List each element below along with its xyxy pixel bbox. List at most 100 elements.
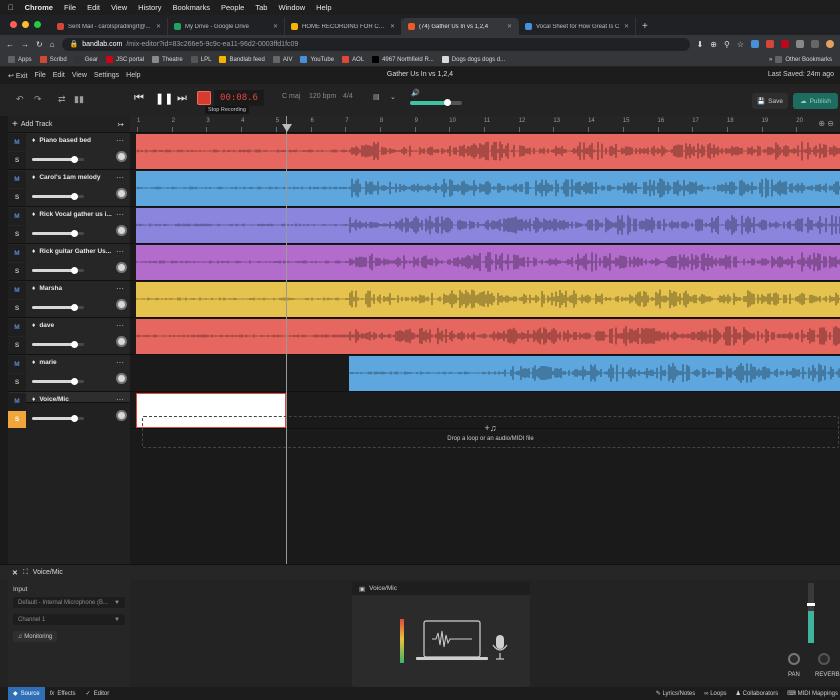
track-volume-slider[interactable] [32, 415, 84, 422]
track-volume-slider[interactable] [32, 156, 84, 163]
bookmark-item[interactable]: Theatre [152, 56, 183, 63]
audio-region[interactable] [136, 134, 840, 169]
record-button[interactable] [197, 91, 211, 105]
collaborators-button[interactable]: ♟ Collaborators [736, 690, 779, 697]
browser-tab[interactable]: Sent Mail - carolspradlingrt@... ✕ [51, 18, 168, 35]
mute-button[interactable]: M [8, 245, 26, 262]
track-lane[interactable] [130, 207, 840, 244]
track-lane[interactable] [130, 133, 840, 170]
more-options-icon[interactable]: ··· [116, 173, 124, 182]
add-track-button[interactable]: + Add Track ↣ [8, 116, 130, 133]
solo-button[interactable]: S [8, 152, 26, 169]
pan-knob[interactable] [116, 188, 127, 199]
menu-bookmarks[interactable]: Bookmarks [172, 3, 210, 12]
track-name[interactable]: ♦ Rick Vocal gather us i... [32, 211, 112, 218]
menu-view[interactable]: View [72, 72, 87, 79]
menu-tab[interactable]: Tab [255, 3, 267, 12]
zoom-window-button[interactable] [34, 21, 41, 28]
pan-knob[interactable] [116, 262, 127, 273]
key-selector[interactable]: C maj [282, 93, 300, 100]
lyrics-notes-button[interactable]: ✎ Lyrics/Notes [656, 690, 696, 697]
track-volume-slider[interactable] [32, 267, 84, 274]
mute-button[interactable]: M [8, 319, 26, 336]
audio-region[interactable] [349, 356, 840, 391]
forward-icon[interactable]: → [21, 40, 29, 49]
more-options-icon[interactable]: ··· [116, 247, 124, 256]
track-name[interactable]: ♦ Rick guitar Gather Us... [32, 248, 112, 255]
bookmark-item[interactable]: AOL [342, 56, 364, 63]
playhead-handle[interactable] [282, 124, 292, 132]
reverb-knob[interactable] [818, 653, 830, 665]
track-lane[interactable] [130, 170, 840, 207]
menu-file[interactable]: File [64, 3, 76, 12]
pause-icon[interactable]: ❚❚ [155, 92, 173, 105]
profile-avatar[interactable] [826, 40, 834, 48]
audio-region[interactable] [136, 319, 840, 354]
address-bar[interactable]: 🔒 bandlab.com/mix-editor?id=83c266e5-9c9… [61, 37, 690, 51]
pan-knob[interactable] [788, 653, 800, 665]
pan-knob[interactable] [116, 299, 127, 310]
track-name[interactable]: ♦ Carol's 1am melody [32, 174, 112, 181]
loops-button[interactable]: ∞ Loops [704, 691, 726, 697]
solo-button[interactable]: S [8, 374, 26, 391]
track-name[interactable]: ♦ dave [32, 322, 112, 329]
metronome-icon[interactable]: ▮▮ [74, 94, 84, 105]
drop-zone[interactable]: +♫ Drop a loop or an audio/MIDI file [142, 416, 839, 448]
track-name[interactable]: ♦ Piano based bed [32, 137, 112, 144]
redo-icon[interactable]: ↷ [34, 94, 42, 105]
close-window-button[interactable] [10, 21, 17, 28]
track-header[interactable]: M S ♦ Carol's 1am melody ··· [8, 170, 130, 207]
pan-knob[interactable] [116, 225, 127, 236]
zoom-icon[interactable]: ⊕ [710, 40, 717, 49]
zoom-icons[interactable]: ⊕ ⊖ [818, 119, 834, 128]
drive-extension-icon[interactable] [751, 40, 759, 48]
menu-help[interactable]: Help [316, 3, 331, 12]
solo-button[interactable]: S [8, 226, 26, 243]
mute-button[interactable]: M [8, 356, 26, 373]
more-options-icon[interactable]: ··· [116, 210, 124, 219]
solo-button[interactable]: S [8, 300, 26, 317]
menu-file[interactable]: File [34, 72, 45, 79]
back-icon[interactable]: ← [6, 40, 14, 49]
expand-icon[interactable]: ⛶ [23, 569, 28, 577]
menu-edit[interactable]: Edit [87, 3, 100, 12]
channel-select[interactable]: Channel 1 ▼ [13, 614, 125, 625]
track-header[interactable]: M S ♦ dave ··· [8, 318, 130, 355]
tools-icon[interactable]: ↣ [117, 120, 124, 129]
track-lane[interactable] [130, 355, 840, 392]
track-header[interactable]: M S ♦ Rick guitar Gather Us... ··· [8, 244, 130, 281]
pan-knob[interactable] [116, 151, 127, 162]
audio-region[interactable] [136, 171, 840, 206]
apple-icon[interactable]:  [8, 3, 14, 12]
master-volume-slider[interactable] [410, 99, 462, 106]
minimize-window-button[interactable] [22, 21, 29, 28]
skip-back-icon[interactable]: ⏮ [134, 92, 144, 105]
track-volume-slider[interactable] [32, 230, 84, 237]
more-options-icon[interactable]: ··· [116, 321, 124, 330]
track-lane[interactable] [130, 281, 840, 318]
track-volume-slider[interactable] [32, 341, 84, 348]
more-options-icon[interactable]: ··· [116, 395, 124, 404]
close-tab-icon[interactable]: ✕ [390, 23, 395, 30]
bookmark-item[interactable]: YouTube [300, 56, 334, 63]
input-device-select[interactable]: Default - Internal Microphone (B... ▼ [13, 597, 125, 608]
menu-settings[interactable]: Settings [94, 72, 119, 79]
track-lane[interactable] [130, 244, 840, 281]
bookmark-item[interactable]: LPL [190, 56, 211, 63]
menu-extension-icon[interactable] [811, 40, 819, 48]
mute-button[interactable]: M [8, 171, 26, 188]
browser-tab[interactable]: My Drive - Google Drive ✕ [168, 18, 285, 35]
audio-region[interactable] [136, 245, 840, 280]
undo-icon[interactable]: ↶ [16, 94, 24, 105]
loop-icon[interactable]: ⇄ [58, 94, 66, 105]
tab-source[interactable]: ◆ Source [8, 687, 45, 700]
bookmark-item[interactable]: AIV [272, 56, 292, 63]
home-icon[interactable]: ⌂ [50, 40, 55, 49]
tab-effects[interactable]: fx Effects [45, 687, 81, 700]
star-icon[interactable]: ☆ [737, 40, 744, 49]
bookmark-item[interactable]: Dogs dogs dogs d... [441, 56, 505, 63]
bookmark-item[interactable]: JSC portal [106, 56, 144, 63]
other-bookmarks[interactable]: » Other Bookmarks [769, 56, 832, 63]
pan-knob[interactable] [116, 373, 127, 384]
track-volume-slider[interactable] [32, 378, 84, 385]
